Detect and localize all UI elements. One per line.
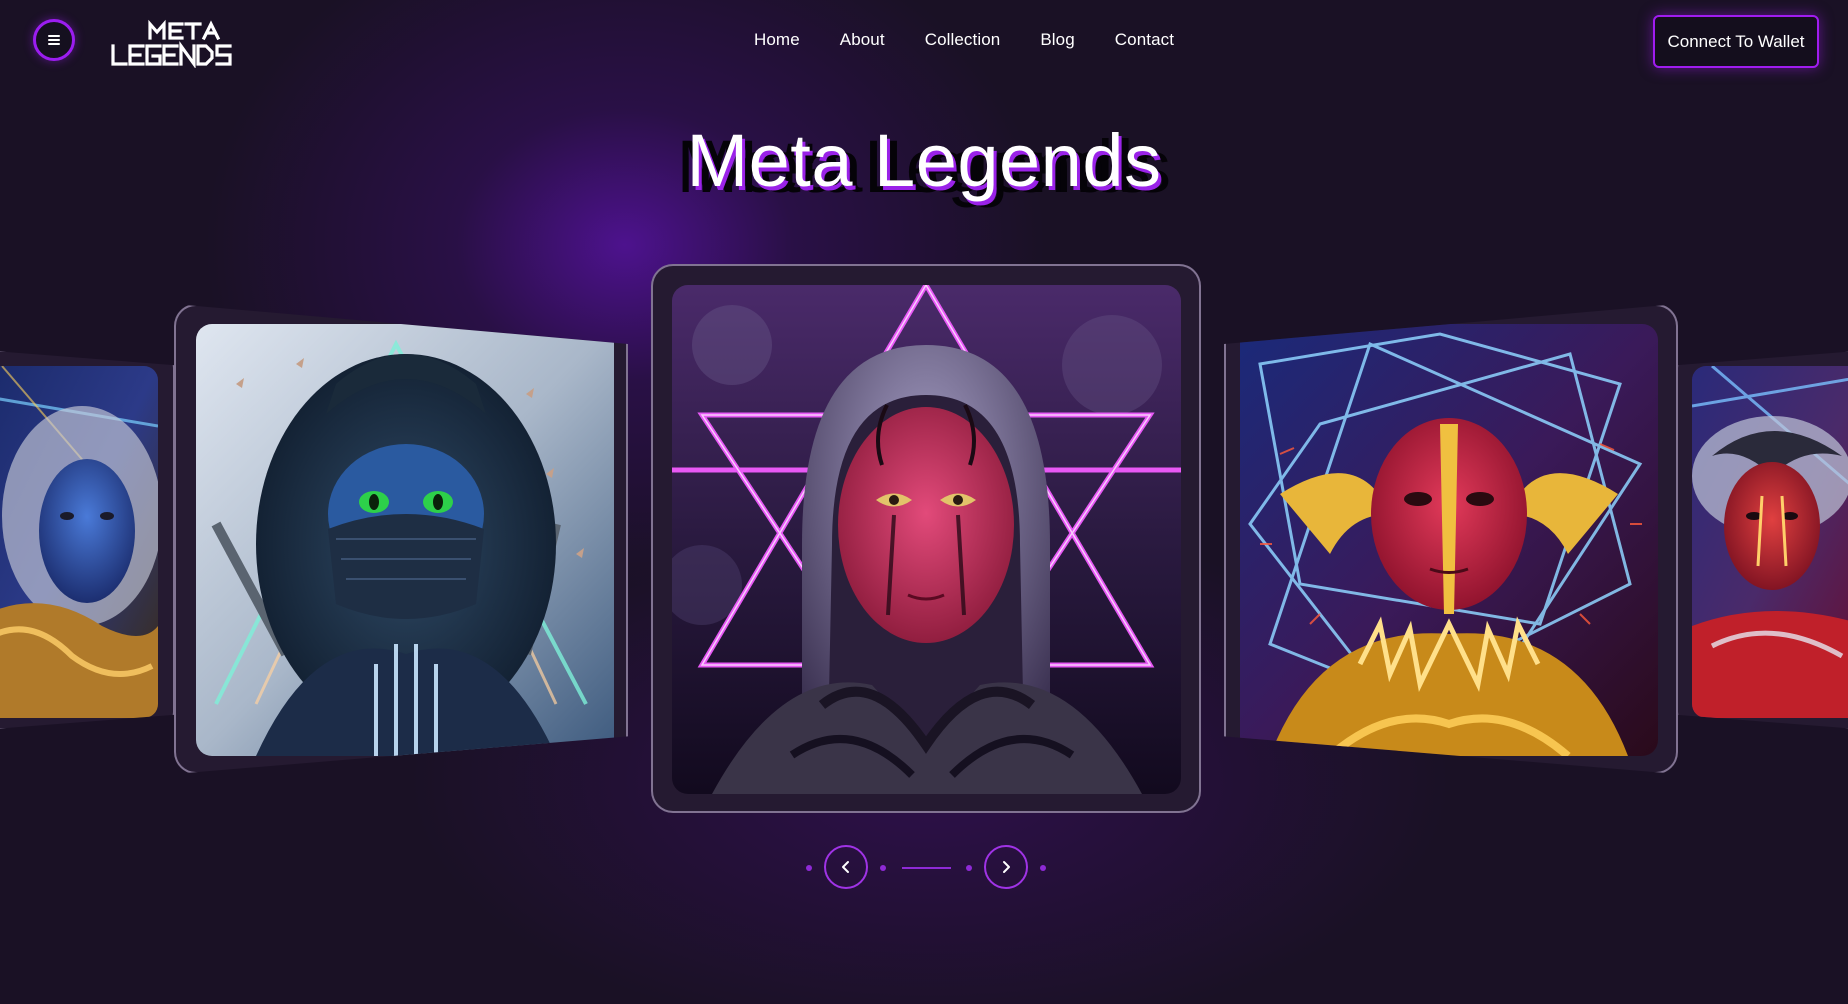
nav-about[interactable]: About [840, 30, 885, 50]
hamburger-menu-icon [48, 35, 60, 45]
menu-button[interactable] [33, 19, 75, 61]
carousel-card-left[interactable] [174, 304, 628, 774]
hero-title: Meta Legends [686, 119, 1162, 202]
connect-wallet-button[interactable]: Connect To Wallet [1653, 15, 1819, 68]
prev-button[interactable] [824, 845, 868, 889]
nav-home[interactable]: Home [754, 30, 800, 50]
chevron-left-icon [842, 861, 849, 873]
card-artwork [196, 324, 614, 756]
main-nav: Home About Collection Blog Contact [754, 30, 1174, 50]
carousel-card-right[interactable] [1224, 304, 1678, 774]
page: Home About Collection Blog Contact Conne… [0, 0, 1848, 1004]
card-artwork [672, 285, 1181, 794]
carousel-dot[interactable] [1040, 865, 1046, 871]
carousel-card-far-right[interactable] [1676, 350, 1848, 730]
carousel-dot[interactable] [806, 865, 812, 871]
carousel-dot[interactable] [880, 865, 886, 871]
carousel-active-indicator [902, 867, 951, 869]
logo[interactable] [110, 18, 260, 69]
carousel-controls [800, 845, 1056, 891]
carousel-card-far-left[interactable] [0, 350, 175, 730]
carousel-dot[interactable] [966, 865, 972, 871]
card-artwork [1692, 366, 1848, 718]
card-artwork [0, 366, 158, 718]
chevron-right-icon [1003, 861, 1010, 873]
meta-legends-logo-icon [111, 19, 232, 69]
card-artwork [1240, 324, 1658, 756]
carousel-card-center[interactable] [651, 264, 1201, 813]
next-button[interactable] [984, 845, 1028, 889]
nav-collection[interactable]: Collection [925, 30, 1001, 50]
nav-contact[interactable]: Contact [1115, 30, 1174, 50]
nav-blog[interactable]: Blog [1040, 30, 1074, 50]
